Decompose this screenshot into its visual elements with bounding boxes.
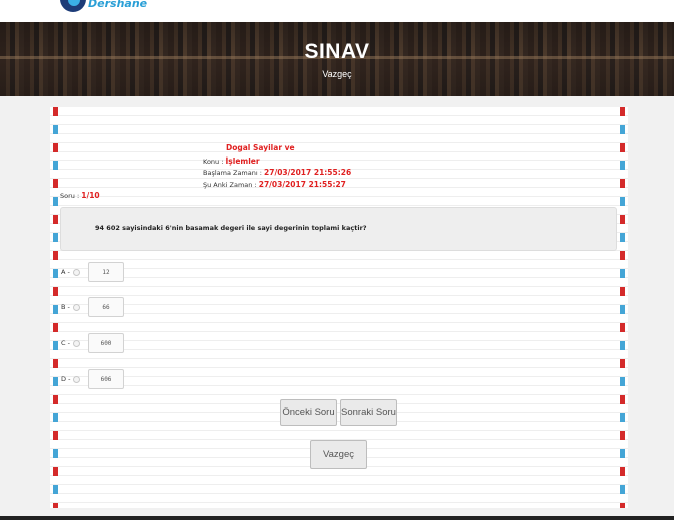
current-time-label: Şu Anki Zaman : — [203, 181, 257, 189]
start-time-label: Başlama Zamanı : — [203, 169, 262, 177]
question-counter: Soru : 1/10 — [60, 191, 100, 200]
topic-row: Konu : İşlemler — [203, 157, 260, 166]
current-time-value: 27/03/2017 21:55:27 — [258, 180, 346, 189]
question-counter-label: Soru : — [60, 192, 80, 200]
topic-title: Dogal Sayilar ve — [226, 143, 295, 152]
footer-bar — [0, 516, 674, 520]
question-text: 94 602 sayisindaki 6'nin basamak degeri … — [95, 224, 367, 232]
page-title: SINAV — [304, 40, 370, 63]
topic-label: Konu : — [203, 158, 224, 166]
option-a: A - 12 — [61, 262, 124, 282]
option-a-letter: A - — [61, 268, 70, 276]
hero-cancel-link[interactable]: Vazgeç — [0, 69, 674, 79]
current-time-row: Şu Anki Zaman : 27/03/2017 21:55:27 — [203, 180, 346, 189]
airmail-border-right — [620, 107, 625, 508]
option-b-answer[interactable]: 66 — [88, 297, 124, 317]
hero-banner: SINAV Vazgeç — [0, 22, 674, 96]
next-question-button[interactable]: Sonraki Soru — [340, 399, 397, 426]
logo-icon — [60, 0, 86, 12]
start-time-row: Başlama Zamanı : 27/03/2017 21:55:26 — [203, 168, 351, 177]
top-bar: Dershane — [0, 0, 674, 22]
topic-value: İşlemler — [225, 157, 260, 166]
exam-panel: Dogal Sayilar ve Konu : İşlemler Başlama… — [50, 107, 628, 508]
site-logo[interactable]: Dershane — [60, 0, 147, 12]
option-d-radio[interactable] — [73, 375, 80, 383]
option-c-answer[interactable]: 600 — [88, 333, 124, 353]
option-d-answer[interactable]: 606 — [88, 369, 124, 389]
option-d: D - 606 — [61, 369, 124, 389]
option-a-answer[interactable]: 12 — [88, 262, 124, 282]
airmail-border-left — [53, 107, 58, 508]
option-c-radio[interactable] — [73, 339, 80, 347]
option-b-radio[interactable] — [73, 303, 80, 311]
option-b-letter: B - — [61, 303, 70, 311]
option-c-letter: C - — [61, 339, 70, 347]
question-box: 94 602 sayisindaki 6'nin basamak degeri … — [60, 207, 617, 251]
cancel-button[interactable]: Vazgeç — [310, 440, 367, 469]
logo-text: Dershane — [88, 0, 148, 10]
start-time-value: 27/03/2017 21:55:26 — [264, 168, 352, 177]
option-d-letter: D - — [61, 375, 71, 383]
previous-question-button[interactable]: Önceki Soru — [280, 399, 337, 426]
question-counter-value: 1/10 — [81, 191, 100, 200]
option-a-radio[interactable] — [73, 268, 80, 276]
option-c: C - 600 — [61, 333, 124, 353]
option-b: B - 66 — [61, 297, 124, 317]
